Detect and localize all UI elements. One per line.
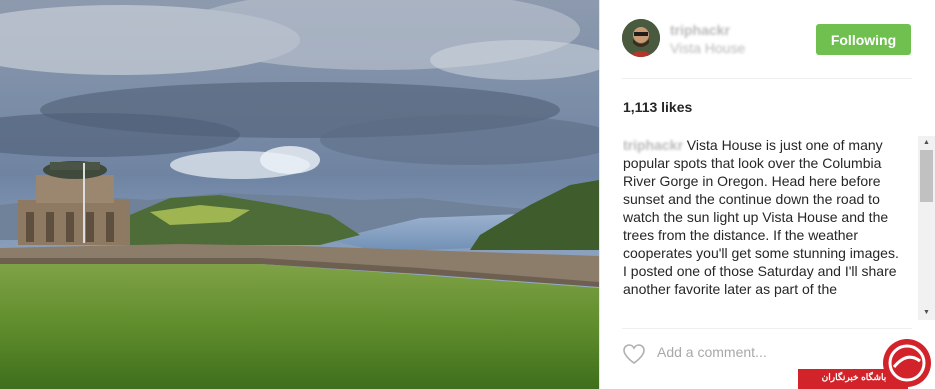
caption-text-continued: I posted one of those Saturday and I'll … bbox=[623, 263, 897, 297]
vista-house-landscape-image bbox=[0, 0, 599, 389]
scroll-up-arrow-icon[interactable]: ▲ bbox=[918, 136, 935, 150]
location-link[interactable]: Vista House bbox=[670, 40, 745, 56]
post-details-panel: triphackr Vista House Following 1,113 li… bbox=[599, 0, 935, 389]
post-photo[interactable] bbox=[0, 0, 599, 389]
post-header: triphackr Vista House Following bbox=[600, 0, 935, 78]
following-button[interactable]: Following bbox=[816, 24, 911, 55]
watermark-text: باشگاه خبرنگاران bbox=[821, 372, 887, 382]
scrollbar-thumb[interactable] bbox=[920, 150, 933, 202]
comment-input[interactable] bbox=[657, 344, 797, 360]
header-divider bbox=[622, 78, 912, 79]
caption: triphackr Vista House is just one of man… bbox=[623, 136, 906, 319]
scroll-down-arrow-icon[interactable]: ▼ bbox=[918, 306, 935, 320]
likes-count[interactable]: 1,113 likes bbox=[623, 99, 692, 115]
heart-icon[interactable] bbox=[622, 343, 646, 365]
caption-scrollbar[interactable]: ▲ ▼ bbox=[918, 136, 935, 320]
watermark-logo: باشگاه خبرنگاران bbox=[798, 335, 935, 389]
caption-text: Vista House is just one of many popular … bbox=[623, 137, 899, 261]
username[interactable]: triphackr bbox=[670, 22, 730, 38]
avatar[interactable] bbox=[622, 19, 660, 57]
comment-divider bbox=[622, 328, 912, 329]
user-avatar-icon bbox=[622, 19, 660, 57]
caption-username[interactable]: triphackr bbox=[623, 137, 683, 153]
